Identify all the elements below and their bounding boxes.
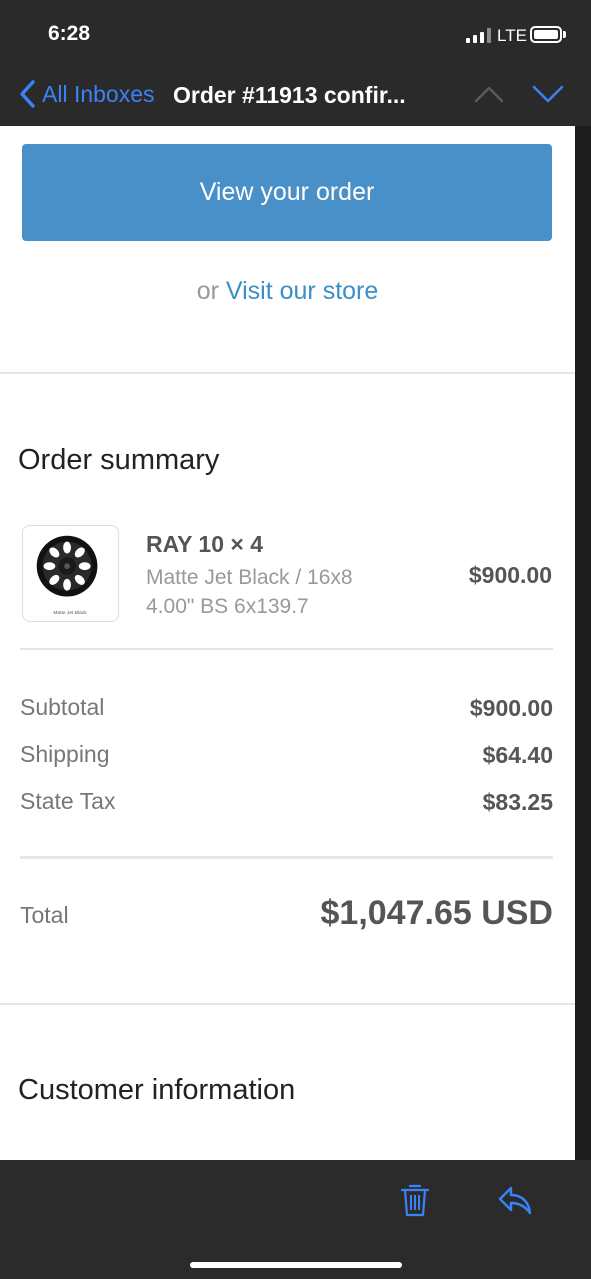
visit-store-line: or Visit our store [0,277,575,306]
trash-icon[interactable] [400,1182,430,1218]
email-subject-title: Order #11913 confir... [173,82,406,108]
divider [20,648,553,650]
customer-info-heading: Customer information [18,1074,296,1106]
total-label: Total [20,902,69,928]
divider [0,1003,575,1005]
view-order-button[interactable]: View your order [22,144,552,241]
back-label: All Inboxes [42,80,155,107]
product-spec: 4.00" BS 6x139.7 [146,595,309,618]
battery-icon [530,26,562,43]
email-body: View your order or Visit our store Order… [0,126,575,1160]
scroll-edge [575,126,591,1160]
tax-value: $83.25 [482,789,553,815]
home-indicator [190,1262,402,1268]
chevron-left-icon [20,80,35,108]
shipping-value: $64.40 [482,742,553,768]
back-button[interactable]: All Inboxes [18,79,155,109]
or-text: or [196,277,219,305]
product-thumbnail: Matte Jet Black [22,525,119,622]
tax-label: State Tax [20,788,116,814]
subtotal-value: $900.00 [469,695,553,721]
signal-icon [466,28,491,43]
battery-nub [563,31,566,38]
product-name: RAY 10 × 4 [146,531,264,557]
total-value: $1,047.65 USD [320,894,554,932]
divider [0,372,575,374]
network-label: LTE [497,26,527,45]
thumb-caption: Matte Jet Black [53,610,87,616]
wheel-image-icon: Matte Jet Black [36,535,98,616]
product-variant: Matte Jet Black / 16x8 [146,566,353,589]
status-time: 6:28 [48,22,91,45]
order-summary-heading: Order summary [18,444,220,476]
top-bar: 6:28 LTE All Inboxes Order #11913 confir… [0,0,591,126]
bottom-toolbar [0,1160,591,1279]
chevron-down-icon[interactable] [532,84,564,104]
shipping-label: Shipping [20,741,110,767]
chevron-up-icon[interactable] [474,84,504,104]
visit-store-link[interactable]: Visit our store [226,277,378,305]
subtotal-label: Subtotal [20,694,105,720]
product-price: $900.00 [468,562,552,588]
reply-icon[interactable] [497,1184,533,1216]
divider [20,856,553,859]
